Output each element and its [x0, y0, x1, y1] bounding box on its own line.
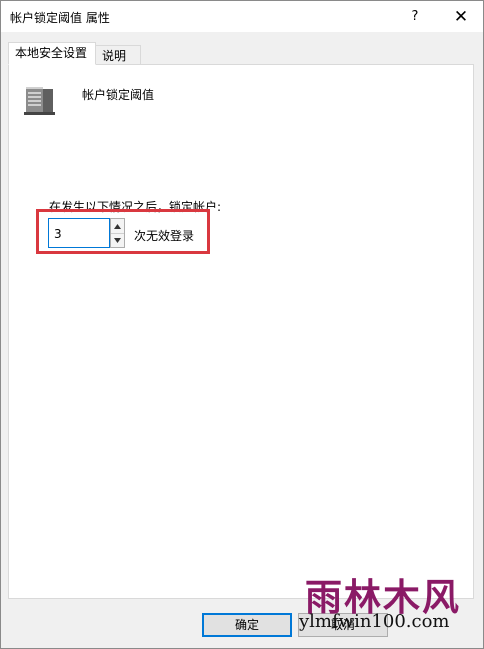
tab-label: 本地安全设置 — [15, 46, 88, 60]
tab-local-security-setting[interactable]: 本地安全设置 — [8, 42, 96, 65]
close-button[interactable]: ✕ — [439, 1, 483, 32]
ok-button-label: 确定 — [234, 618, 259, 632]
help-button[interactable]: ? — [393, 1, 437, 32]
threshold-spinner — [110, 218, 125, 248]
spin-up-button[interactable] — [111, 219, 124, 234]
tab-label: 说明 — [102, 49, 127, 63]
properties-dialog: 帐户锁定阈值 属性 ? ✕ 本地安全设置 说明 帐户锁定阈值 在发生以下情况之后… — [0, 0, 484, 649]
lockout-threshold-input[interactable] — [48, 218, 110, 248]
window-title: 帐户锁定阈值 属性 — [10, 11, 110, 25]
tab-panel: 帐户锁定阈值 在发生以下情况之后，锁定帐户: 次无效登录 — [8, 64, 474, 599]
spin-down-button[interactable] — [111, 233, 124, 247]
policy-name: 帐户锁定阈值 — [82, 88, 155, 102]
tab-explain[interactable]: 说明 — [95, 45, 141, 65]
chevron-up-icon — [114, 223, 121, 229]
title-bar: 帐户锁定阈值 属性 ? ✕ — [1, 1, 483, 32]
ok-button[interactable]: 确定 — [202, 613, 292, 637]
watermark-text-en: ylmfwin100.com — [299, 611, 450, 632]
chevron-down-icon — [114, 237, 121, 243]
close-icon: ✕ — [453, 6, 469, 27]
server-icon — [24, 87, 55, 115]
help-icon: ? — [411, 9, 419, 24]
watermark: 雨林木风 ylmfwin100.com — [299, 567, 469, 637]
unit-label: 次无效登录 — [134, 229, 195, 243]
